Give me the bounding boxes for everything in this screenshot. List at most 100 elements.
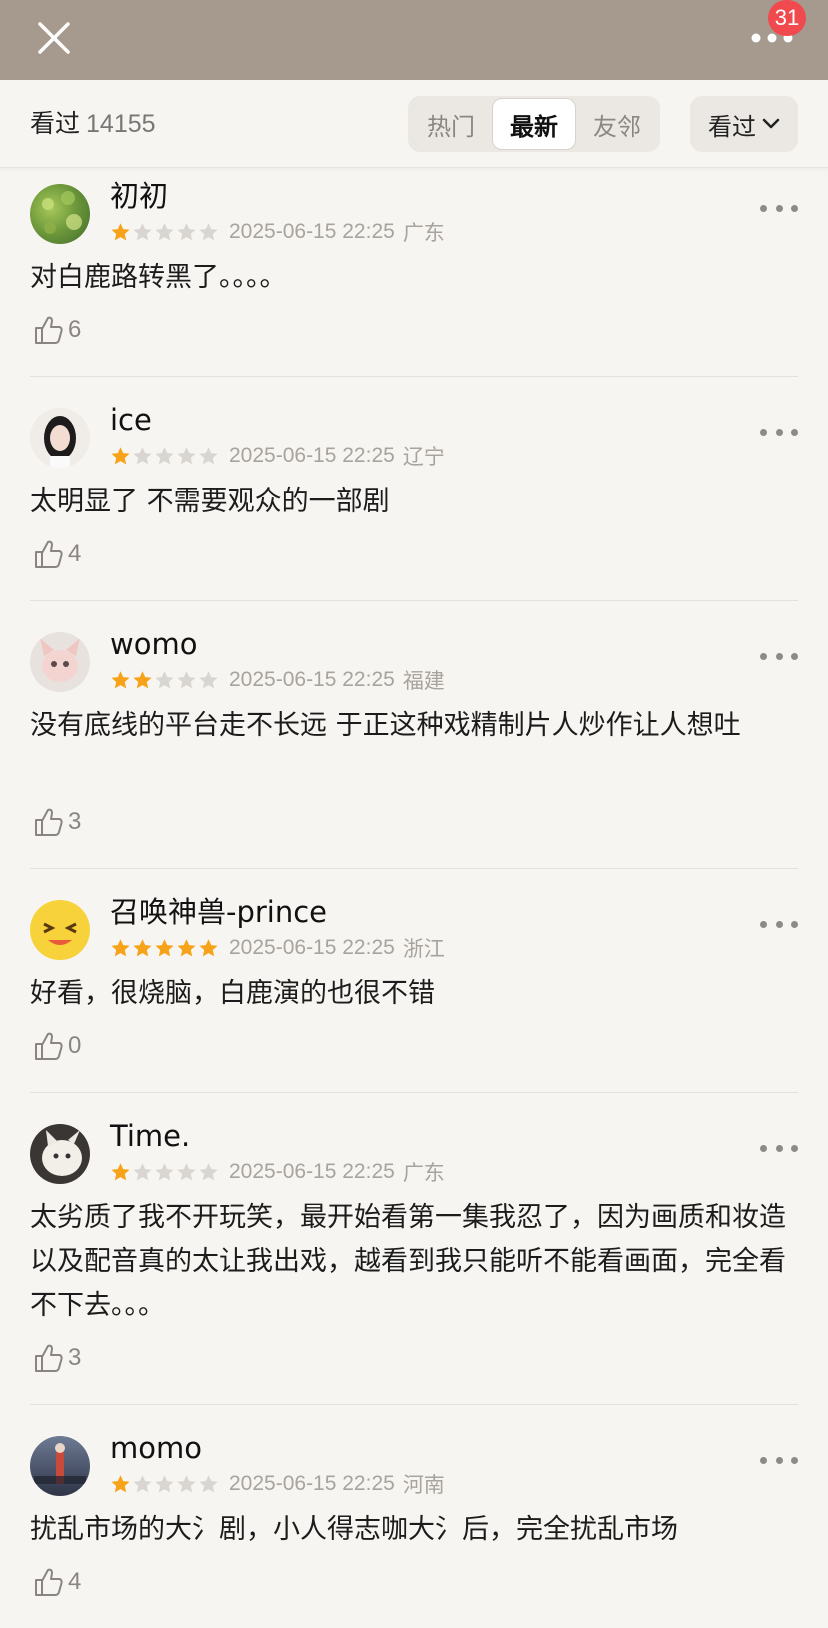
star-empty-icon <box>133 1474 152 1492</box>
star-filled-icon <box>111 670 130 688</box>
watched-count: 看过 14155 <box>30 108 156 140</box>
star-empty-icon <box>155 222 174 240</box>
comment-item: Time. 2025-06-15 22:25 广东 太劣质了我不开玩笑，最开始看… <box>30 1108 798 1405</box>
comment-more-button[interactable] <box>760 422 798 442</box>
star-empty-icon <box>133 222 152 240</box>
comment-meta: 2025-06-15 22:25 福建 <box>110 666 445 694</box>
comment-more-button[interactable] <box>760 1450 798 1470</box>
like-count: 4 <box>68 1568 82 1595</box>
like-button[interactable]: 4 <box>32 538 81 570</box>
comment-meta: 2025-06-15 22:25 浙江 <box>110 934 445 962</box>
comment-meta: 2025-06-15 22:25 河南 <box>110 1470 445 1498</box>
tab-hot[interactable]: 热门 <box>410 98 492 150</box>
divider <box>30 868 798 869</box>
star-empty-icon <box>177 1162 196 1180</box>
star-empty-icon <box>133 446 152 464</box>
close-icon <box>38 22 70 54</box>
username[interactable]: Time. <box>110 1118 190 1154</box>
comment-text: 扰乱市场的大氵剧，小人得志咖大氵后，完全扰乱市场 <box>30 1514 678 1545</box>
comment-text: 太劣质了我不开玩笑，最开始看第一集我忍了，因为画质和妆造以及配音真的太让我出戏，… <box>30 1202 786 1321</box>
like-button[interactable]: 4 <box>32 1566 81 1598</box>
like-button[interactable]: 3 <box>32 1342 81 1374</box>
comment-more-button[interactable] <box>760 646 798 666</box>
star-filled-icon <box>133 670 152 688</box>
comment-more-button[interactable] <box>760 914 798 934</box>
comment-date: 2025-06-15 22:25 <box>229 668 395 691</box>
comment-item: 初初 2025-06-15 22:25 广东 对白鹿路转黑了。。。。 6 <box>30 168 798 377</box>
rating-stars <box>110 222 219 243</box>
like-count: 4 <box>68 540 82 567</box>
thumbs-up-icon <box>35 1344 63 1372</box>
avatar[interactable] <box>30 1124 90 1184</box>
comment-more-button[interactable] <box>760 198 798 218</box>
star-empty-icon <box>199 1474 218 1492</box>
username[interactable]: 初初 <box>110 178 168 214</box>
star-empty-icon <box>177 222 196 240</box>
chevron-down-icon <box>762 118 780 129</box>
comment-text: 太明显了 不需要观众的一部剧 <box>30 486 390 517</box>
comment-location: 广东 <box>402 221 445 245</box>
thumbs-up-icon <box>35 1568 63 1596</box>
star-filled-icon <box>111 1162 130 1180</box>
comment-date: 2025-06-15 22:25 <box>229 220 395 243</box>
username[interactable]: ice <box>110 402 152 438</box>
tab-friends[interactable]: 友邻 <box>576 98 658 150</box>
star-filled-icon <box>111 938 130 956</box>
close-button[interactable] <box>32 16 76 60</box>
thumbs-up-icon <box>35 540 63 568</box>
notification-badge[interactable]: 31 <box>768 0 806 36</box>
username[interactable]: womo <box>110 626 197 662</box>
dropdown-label: 看过 <box>708 112 756 141</box>
rating-stars <box>110 938 219 959</box>
star-empty-icon <box>199 1162 218 1180</box>
divider <box>30 600 798 601</box>
comment-text: 没有底线的平台走不长远 于正这种戏精制片人炒作让人想吐 <box>30 710 741 741</box>
comment-meta: 2025-06-15 22:25 辽宁 <box>110 442 445 470</box>
sort-segmented-control: 热门 最新 友邻 <box>408 96 660 152</box>
thumbs-up-icon <box>35 808 63 836</box>
like-count: 3 <box>68 808 82 835</box>
tab-latest[interactable]: 最新 <box>492 98 576 150</box>
avatar[interactable] <box>30 184 90 244</box>
like-button[interactable]: 3 <box>32 806 81 838</box>
rating-stars <box>110 670 219 691</box>
comment-location: 辽宁 <box>402 445 445 469</box>
comment-more-button[interactable] <box>760 1138 798 1158</box>
comment-location: 广东 <box>402 1161 445 1185</box>
star-empty-icon <box>155 446 174 464</box>
star-empty-icon <box>133 1162 152 1180</box>
comment-item: momo 2025-06-15 22:25 河南 扰乱市场的大氵剧，小人得志咖大… <box>30 1420 798 1620</box>
like-button[interactable]: 0 <box>32 1030 81 1062</box>
divider <box>30 1404 798 1405</box>
avatar[interactable] <box>30 632 90 692</box>
username[interactable]: momo <box>110 1430 202 1466</box>
avatar[interactable] <box>30 900 90 960</box>
comment-location: 河南 <box>402 1473 445 1497</box>
like-button[interactable]: 6 <box>32 314 81 346</box>
comment-text: 好看，很烧脑，白鹿演的也很不错 <box>30 978 435 1009</box>
username[interactable]: 召唤神兽-prince <box>110 894 327 930</box>
thumbs-up-icon <box>35 316 63 344</box>
comment-item: ice 2025-06-15 22:25 辽宁 太明显了 不需要观众的一部剧 4 <box>30 392 798 601</box>
star-empty-icon <box>177 670 196 688</box>
star-empty-icon <box>199 446 218 464</box>
like-count: 3 <box>68 1344 82 1371</box>
comment-location: 福建 <box>402 669 445 693</box>
avatar[interactable] <box>30 1436 90 1496</box>
star-empty-icon <box>155 670 174 688</box>
star-empty-icon <box>177 446 196 464</box>
watched-filter-dropdown[interactable]: 看过 <box>690 96 798 152</box>
watched-number: 14155 <box>86 110 156 138</box>
comment-date: 2025-06-15 22:25 <box>229 444 395 467</box>
comment-date: 2025-06-15 22:25 <box>229 1160 395 1183</box>
thumbs-up-icon <box>35 1032 63 1060</box>
star-empty-icon <box>199 670 218 688</box>
star-filled-icon <box>111 1474 130 1492</box>
avatar[interactable] <box>30 408 90 468</box>
star-filled-icon <box>133 938 152 956</box>
like-count: 6 <box>68 316 82 343</box>
star-empty-icon <box>199 222 218 240</box>
top-bar: 31 <box>0 0 828 80</box>
filter-bar: 看过 14155 热门 最新 友邻 看过 <box>0 80 828 168</box>
comment-date: 2025-06-15 22:25 <box>229 936 395 959</box>
